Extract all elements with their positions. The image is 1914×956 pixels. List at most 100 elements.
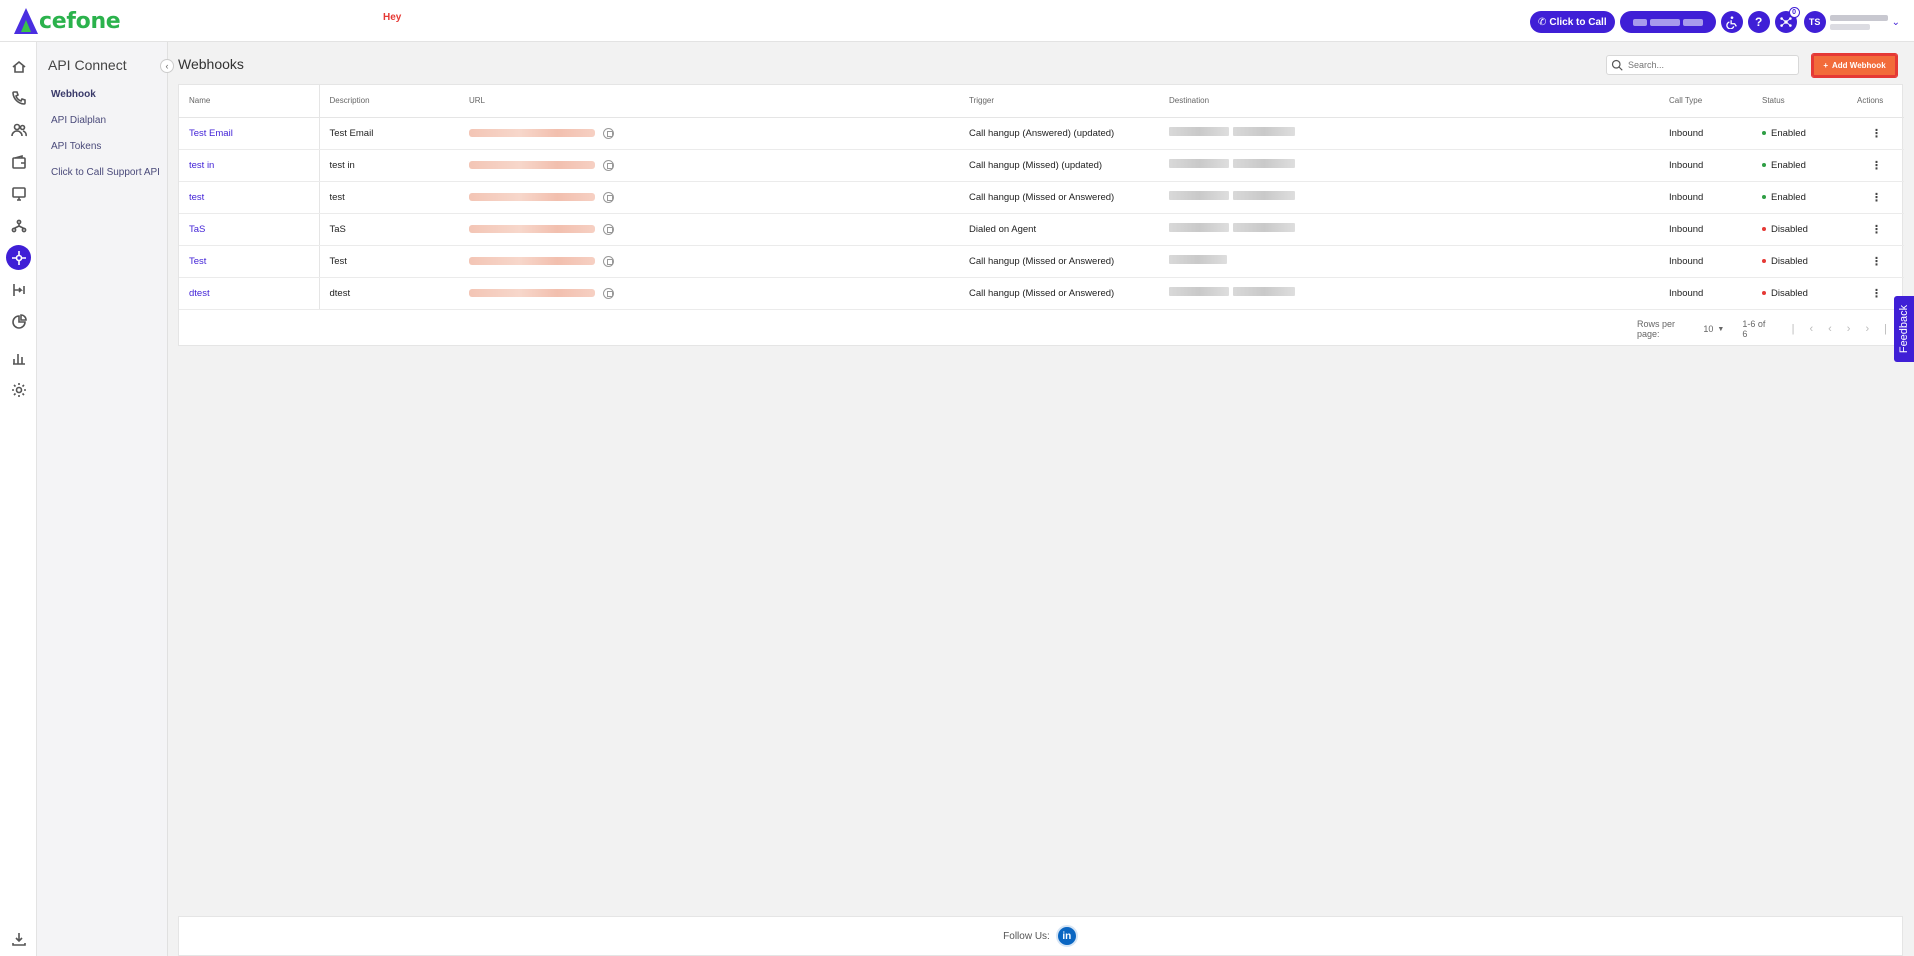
table-row[interactable]: Test Email Test Email Call hangup (Answere… [179, 117, 1904, 150]
more-vertical-icon: ⋮ [1871, 127, 1882, 140]
reports-nav[interactable] [6, 345, 31, 370]
webhook-trigger: Call hangup (Missed or Answered) [959, 245, 1159, 278]
redacted-destination [1169, 287, 1295, 296]
network-status-button[interactable]: 0 [1774, 7, 1800, 33]
row-actions-menu[interactable]: ⋮ [1847, 181, 1904, 214]
table-row[interactable]: dtest dtest Call hangup (Missed or Answere… [179, 277, 1904, 310]
footer: Follow Us: in [178, 916, 1903, 956]
wallet-nav[interactable] [6, 149, 31, 174]
webhook-description: Test [319, 245, 459, 278]
redacted-url [469, 225, 595, 233]
column-header-destination[interactable]: Destination [1159, 85, 1659, 118]
users-icon [10, 123, 27, 136]
row-actions-menu[interactable]: ⋮ [1847, 117, 1904, 150]
settings-nav[interactable] [6, 377, 31, 402]
api-connect-nav[interactable] [6, 245, 31, 270]
table-row[interactable]: TaS TaS Dialed on Agent Inbound Disabled ⋮ [179, 213, 1904, 246]
collapse-sidebar-button[interactable]: ‹ [160, 59, 174, 73]
add-webhook-button[interactable]: + Add Webhook [1811, 53, 1898, 78]
status-label: Enabled [1771, 159, 1806, 171]
search-input[interactable] [1628, 60, 1788, 70]
click-to-call-button[interactable]: ✆ Click to Call [1529, 11, 1615, 33]
column-header-actions: Actions [1847, 85, 1904, 118]
contacts-nav[interactable] [6, 117, 31, 142]
redacted-bar [1632, 18, 1647, 26]
table-row[interactable]: test in test in Call hangup (Missed) (upda… [179, 149, 1904, 182]
redacted-destination [1169, 191, 1295, 200]
status-label: Enabled [1771, 127, 1806, 139]
redacted-bar [1682, 18, 1703, 26]
page-title: Webhooks [178, 56, 244, 72]
search-box[interactable] [1606, 55, 1799, 75]
sidebar-item-api-dialplan[interactable]: API Dialplan [51, 115, 106, 126]
row-actions-menu[interactable]: ⋮ [1847, 245, 1904, 278]
copy-icon[interactable] [603, 223, 614, 235]
column-header-status[interactable]: Status [1752, 85, 1847, 118]
accessibility-button[interactable] [1720, 11, 1743, 33]
webhook-destination [1159, 117, 1659, 150]
column-header-call-type[interactable]: Call Type [1659, 85, 1752, 118]
webhook-name-link[interactable]: test in [179, 149, 320, 182]
feedback-tab[interactable]: Feedback [1894, 296, 1914, 362]
caller-id-selector[interactable] [1619, 11, 1716, 33]
row-actions-menu[interactable]: ⋮ [1847, 213, 1904, 246]
webhook-status: Disabled [1752, 213, 1847, 246]
status-dot [1762, 163, 1766, 167]
more-vertical-icon: ⋮ [1871, 159, 1882, 172]
copy-icon[interactable] [603, 127, 614, 139]
webhook-name-link[interactable]: Test [179, 245, 320, 278]
download-nav[interactable] [6, 926, 31, 951]
acefone-logo[interactable]: cefone [14, 6, 121, 36]
webhook-name-link[interactable]: dtest [179, 277, 320, 310]
api-connect-sidebar: API Connect ‹ Webhook API Dialplan API T… [37, 42, 174, 956]
webhook-call-type: Inbound [1659, 181, 1752, 214]
table-row[interactable]: test test Call hangup (Missed or Answered)… [179, 181, 1904, 214]
user-menu[interactable]: TS ⌄ [1803, 11, 1900, 33]
webhook-description: test in [319, 149, 459, 182]
copy-icon[interactable] [603, 191, 614, 203]
webhook-name-link[interactable]: test [179, 181, 320, 214]
pagination: Rows per page: 10 ▼ 1-6 of 6 |‹‹››| [1637, 319, 1902, 339]
sidebar-item-click-to-call-support-api[interactable]: Click to Call Support API [51, 167, 160, 178]
table-header-row: Name Description URL Trigger Destination… [179, 85, 1904, 118]
column-header-name[interactable]: Name [179, 85, 320, 118]
table-row[interactable]: Test Test Call hangup (Missed or Answered)… [179, 245, 1904, 278]
rows-per-page-select[interactable]: 10 [1703, 324, 1713, 334]
redacted-bar [1649, 18, 1680, 26]
avatar-initials: TS [1808, 17, 1821, 27]
flow-nav[interactable] [6, 213, 31, 238]
copy-icon[interactable] [603, 255, 614, 267]
monitor-nav[interactable] [6, 181, 31, 206]
row-actions-menu[interactable]: ⋮ [1847, 149, 1904, 182]
logo-text: cefone [39, 8, 121, 34]
copy-icon[interactable] [603, 287, 614, 299]
linkedin-icon[interactable]: in [1055, 925, 1078, 947]
column-header-trigger[interactable]: Trigger [959, 85, 1159, 118]
column-header-url[interactable]: URL [459, 85, 959, 118]
more-vertical-icon: ⋮ [1871, 287, 1882, 300]
help-button[interactable]: ? [1747, 11, 1770, 33]
webhook-trigger: Call hangup (Answered) (updated) [959, 117, 1159, 150]
redacted-url [469, 289, 595, 297]
webhook-destination [1159, 245, 1659, 278]
gear-icon [11, 382, 26, 397]
prev-page-icon[interactable]: ‹ [1828, 323, 1847, 335]
sidebar-item-api-tokens[interactable]: API Tokens [51, 141, 101, 152]
routing-nav[interactable] [6, 277, 31, 302]
analytics-nav[interactable] [6, 309, 31, 334]
monitor-icon [11, 186, 26, 201]
first-page-icon[interactable]: |‹ [1792, 323, 1829, 335]
api-icon [11, 250, 26, 265]
webhook-call-type: Inbound [1659, 277, 1752, 310]
webhook-name-link[interactable]: TaS [179, 213, 320, 246]
home-nav[interactable] [6, 54, 31, 79]
calls-nav[interactable] [6, 85, 31, 110]
sidebar-item-webhook[interactable]: Webhook [51, 89, 96, 100]
status-dot [1762, 291, 1766, 295]
copy-icon[interactable] [603, 159, 614, 171]
add-webhook-label: Add Webhook [1832, 61, 1886, 70]
webhook-name-link[interactable]: Test Email [179, 117, 320, 150]
next-page-icon[interactable]: › [1847, 323, 1866, 335]
redacted-bar [1829, 14, 1888, 21]
column-header-description[interactable]: Description [319, 85, 459, 118]
